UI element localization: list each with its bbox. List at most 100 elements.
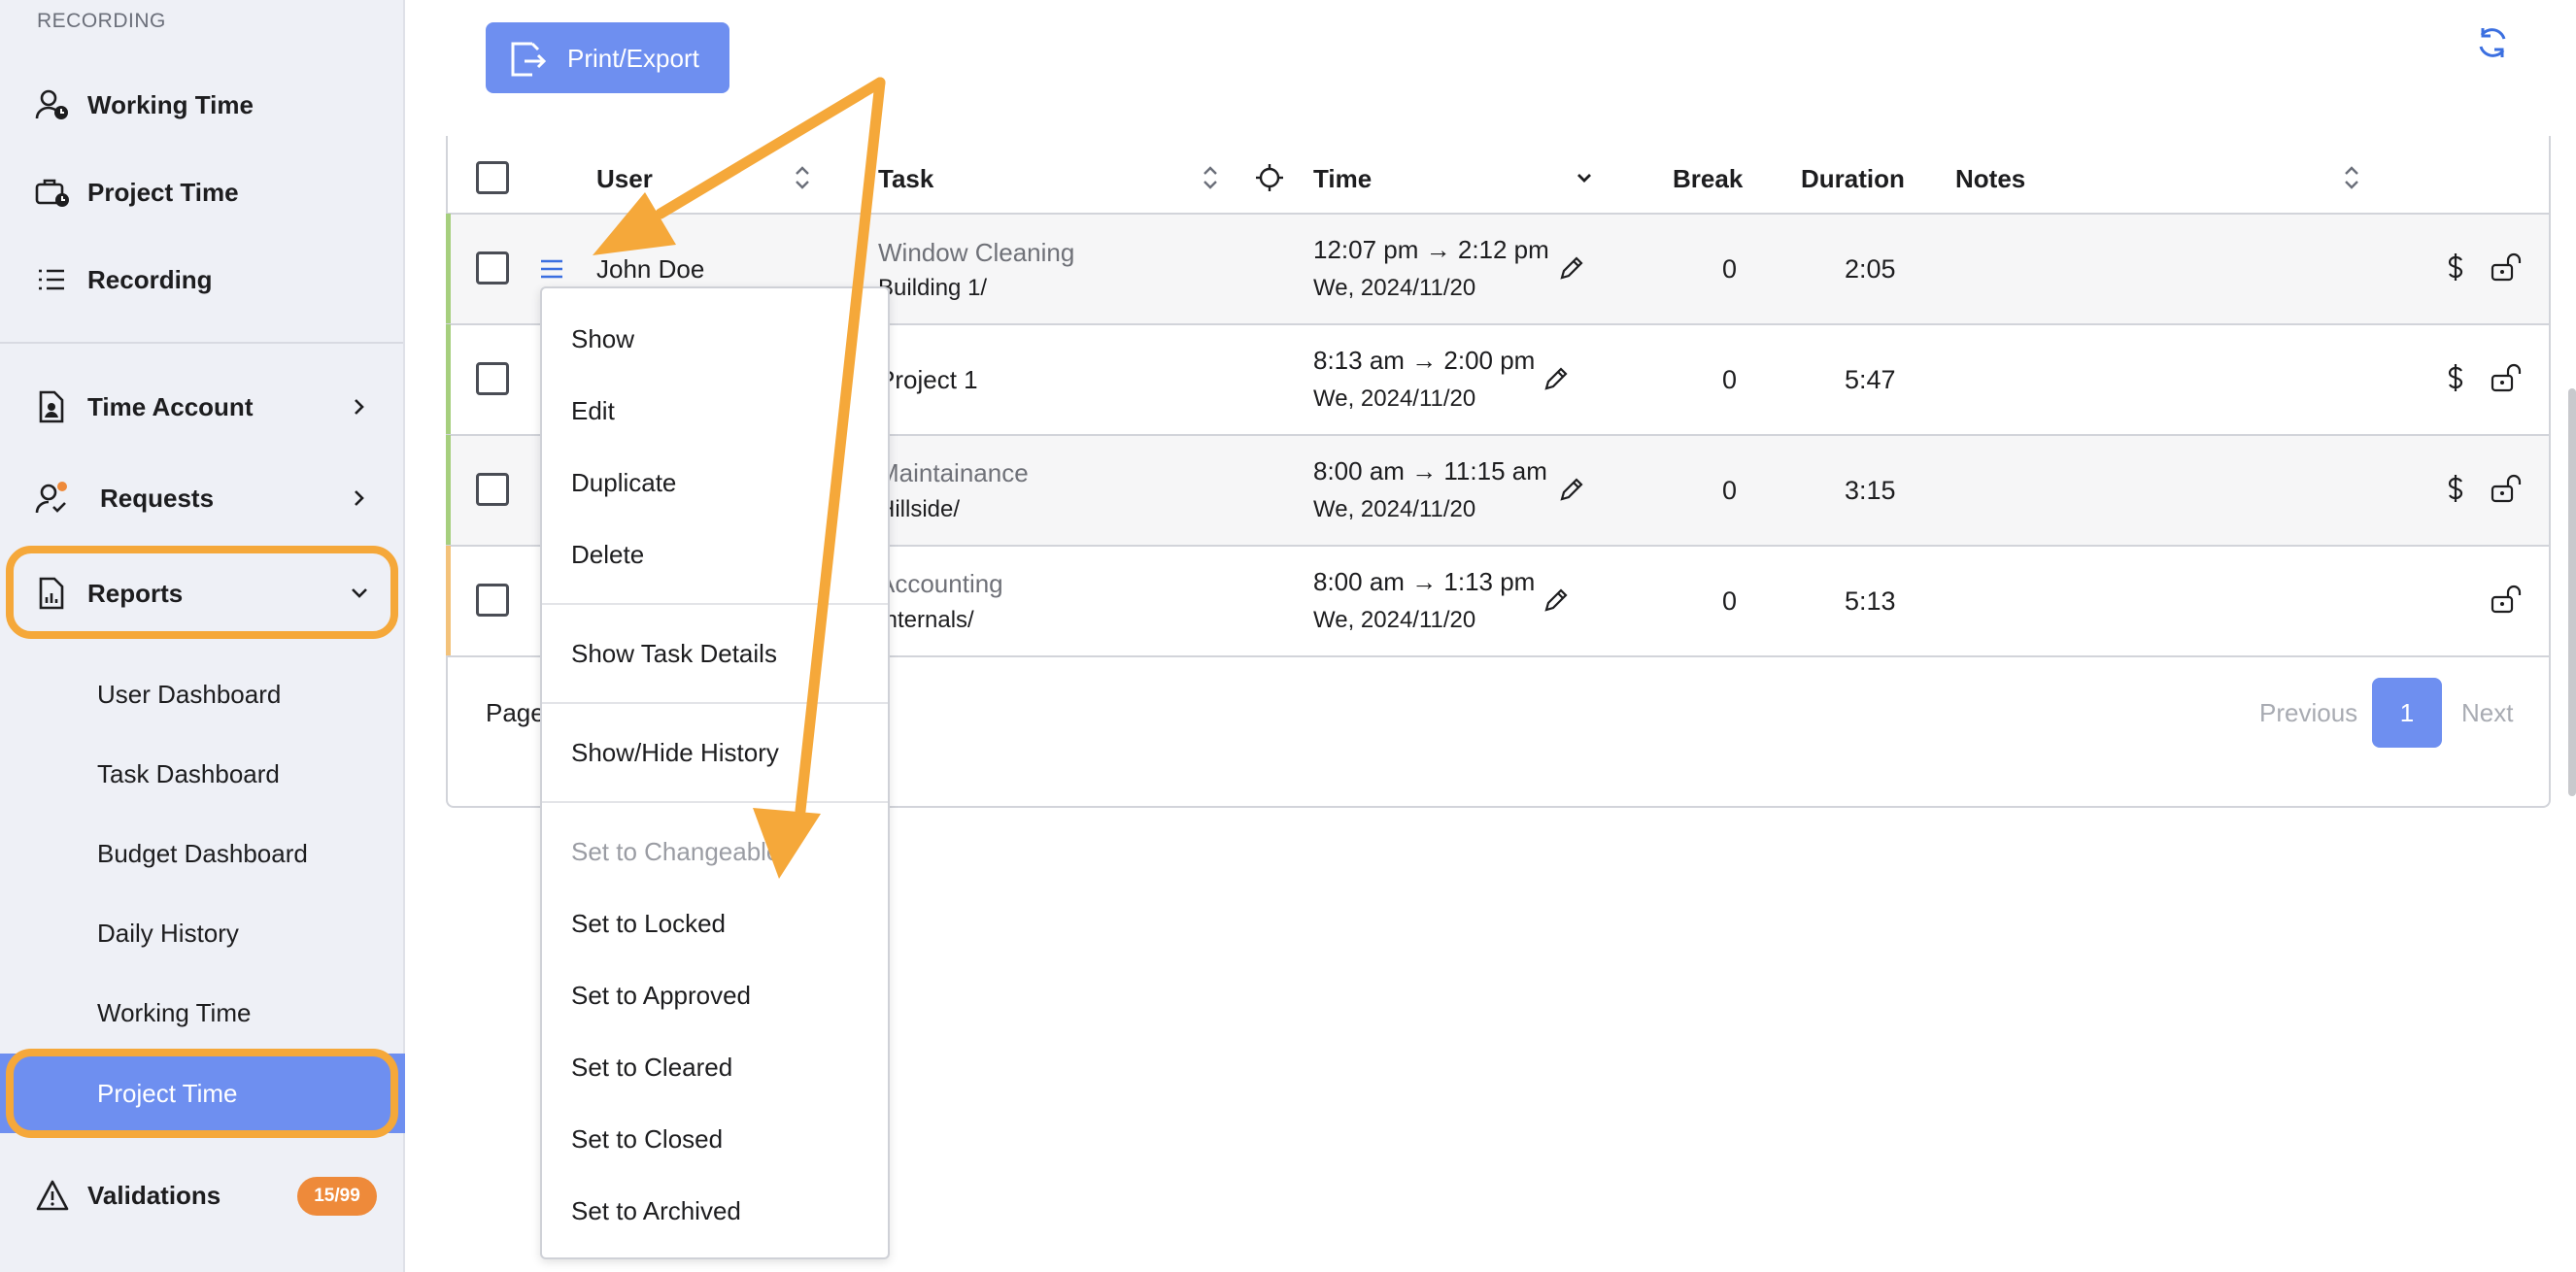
chevron-down-icon[interactable] [1574,167,1595,188]
pencil-icon[interactable] [1558,254,1585,282]
duration-cell: 5:13 [1845,586,1896,616]
task-cell: Accounting [878,569,1003,598]
column-header-duration[interactable]: Duration [1801,164,1905,194]
project-time-highlight [6,1049,398,1138]
menu-item-edit[interactable]: Edit [571,396,615,426]
dollar-icon[interactable] [2443,474,2468,503]
column-header-time[interactable]: Time [1313,164,1372,194]
sort-icon[interactable] [2342,163,2361,192]
sidebar-item-label: Project Time [87,177,239,207]
sidebar-item-label: Recording [87,264,213,294]
section-label: RECORDING [37,10,166,32]
previous-page-button[interactable]: Previous [2259,698,2357,728]
duration-cell: 5:47 [1845,365,1896,394]
app-window: RECORDING Working Time Project Time Reco… [0,0,2576,1272]
column-header-break[interactable]: Break [1673,164,1743,194]
pencil-icon[interactable] [1542,586,1570,614]
menu-item-set-locked[interactable]: Set to Locked [571,909,726,939]
task-path-cell: Building 1/ [878,275,988,301]
task-cell: Project 1 [878,365,978,394]
sidebar-subitem-budget-dashboard[interactable]: Budget Dashboard [97,839,308,869]
validations-badge: 15/99 [297,1177,377,1216]
export-icon [511,42,547,77]
menu-item-set-closed[interactable]: Set to Closed [571,1124,723,1155]
menu-separator [542,801,888,803]
sidebar-subitem-daily-history[interactable]: Daily History [97,919,239,949]
status-strip [446,324,451,435]
list-icon [39,269,64,290]
reports-highlight [6,546,398,639]
next-page-button[interactable]: Next [2461,698,2513,728]
sidebar-item-working-time[interactable]: Working Time [0,71,403,139]
sidebar-subitem-working-time[interactable]: Working Time [97,998,251,1028]
print-export-label: Print/Export [567,44,699,73]
time-range-cell: 8:13 am → 2:00 pm [1313,346,1536,375]
column-header-notes[interactable]: Notes [1955,164,2025,194]
unlock-icon[interactable] [2491,363,2524,392]
date-cell: We, 2024/11/20 [1313,385,1476,412]
menu-separator [542,603,888,605]
warning-icon [36,1180,69,1211]
unlock-icon[interactable] [2491,474,2524,503]
task-cell: Maintainance [878,458,1029,487]
pencil-icon[interactable] [1542,365,1570,392]
time-range-cell: 12:07 pm → 2:12 pm [1313,235,1549,264]
task-path-cell: Internals/ [878,607,974,633]
user-cell: John Doe [596,254,705,284]
select-all-checkbox[interactable] [476,161,509,194]
time-range-cell: 8:00 am → 11:15 am [1313,456,1547,485]
sidebar-item-recording[interactable]: Recording [0,246,403,314]
refresh-icon[interactable] [2475,25,2510,60]
menu-item-set-archived[interactable]: Set to Archived [571,1196,741,1226]
current-page-button[interactable]: 1 [2372,678,2442,748]
sidebar-item-label: Time Account [87,391,254,421]
crosshair-icon[interactable] [1255,163,1284,192]
print-export-button[interactable]: Print/Export [486,22,729,93]
menu-item-show[interactable]: Show [571,324,634,354]
unlock-icon[interactable] [2491,585,2524,614]
sidebar-subitem-user-dashboard[interactable]: User Dashboard [97,680,281,710]
menu-item-delete[interactable]: Delete [571,540,644,570]
row-checkbox[interactable] [476,251,509,285]
column-header-task[interactable]: Task [878,164,933,194]
column-header-user[interactable]: User [596,164,653,194]
time-range-cell: 8:00 am → 1:13 pm [1313,567,1536,596]
scrollbar[interactable] [2568,388,2576,796]
menu-item-show-task-details[interactable]: Show Task Details [571,639,777,669]
chevron-right-icon [355,490,364,506]
sidebar-item-requests[interactable]: Requests [0,464,403,532]
sort-icon[interactable] [1201,163,1220,192]
sidebar-item-time-account[interactable]: Time Account [0,373,403,441]
sidebar-subitem-task-dashboard[interactable]: Task Dashboard [97,759,280,789]
task-path-cell: Hillside/ [878,496,961,522]
menu-item-show-hide-history[interactable]: Show/Hide History [571,738,779,768]
sort-icon[interactable] [793,163,812,192]
user-clock-icon [35,89,68,119]
unlock-icon[interactable] [2491,252,2524,282]
sidebar-item-project-time[interactable]: Project Time [0,158,403,226]
page-label: Page [486,698,545,727]
menu-item-duplicate[interactable]: Duplicate [571,468,676,498]
status-strip [446,435,451,546]
sidebar-item-label: Requests [100,483,215,513]
dollar-icon[interactable] [2443,363,2468,392]
dollar-icon[interactable] [2443,252,2468,282]
pencil-icon[interactable] [1558,476,1585,503]
row-context-menu: Show Edit Duplicate Delete Show Task Det… [540,286,890,1259]
menu-separator [542,702,888,704]
status-strip [446,214,451,324]
row-checkbox[interactable] [476,473,509,506]
row-checkbox[interactable] [476,362,509,395]
briefcase-clock-icon [35,179,69,207]
sidebar-item-label: Validations [87,1180,221,1210]
user-check-icon [35,482,67,514]
row-checkbox[interactable] [476,584,509,617]
duration-cell: 2:05 [1845,254,1896,284]
menu-item-set-approved[interactable]: Set to Approved [571,981,751,1011]
task-cell: Window Cleaning [878,238,1075,267]
sidebar-item-label: Working Time [87,89,254,119]
menu-item-set-cleared[interactable]: Set to Cleared [571,1053,732,1083]
date-cell: We, 2024/11/20 [1313,607,1476,633]
row-menu-icon[interactable] [538,256,565,282]
break-cell: 0 [1722,476,1738,505]
